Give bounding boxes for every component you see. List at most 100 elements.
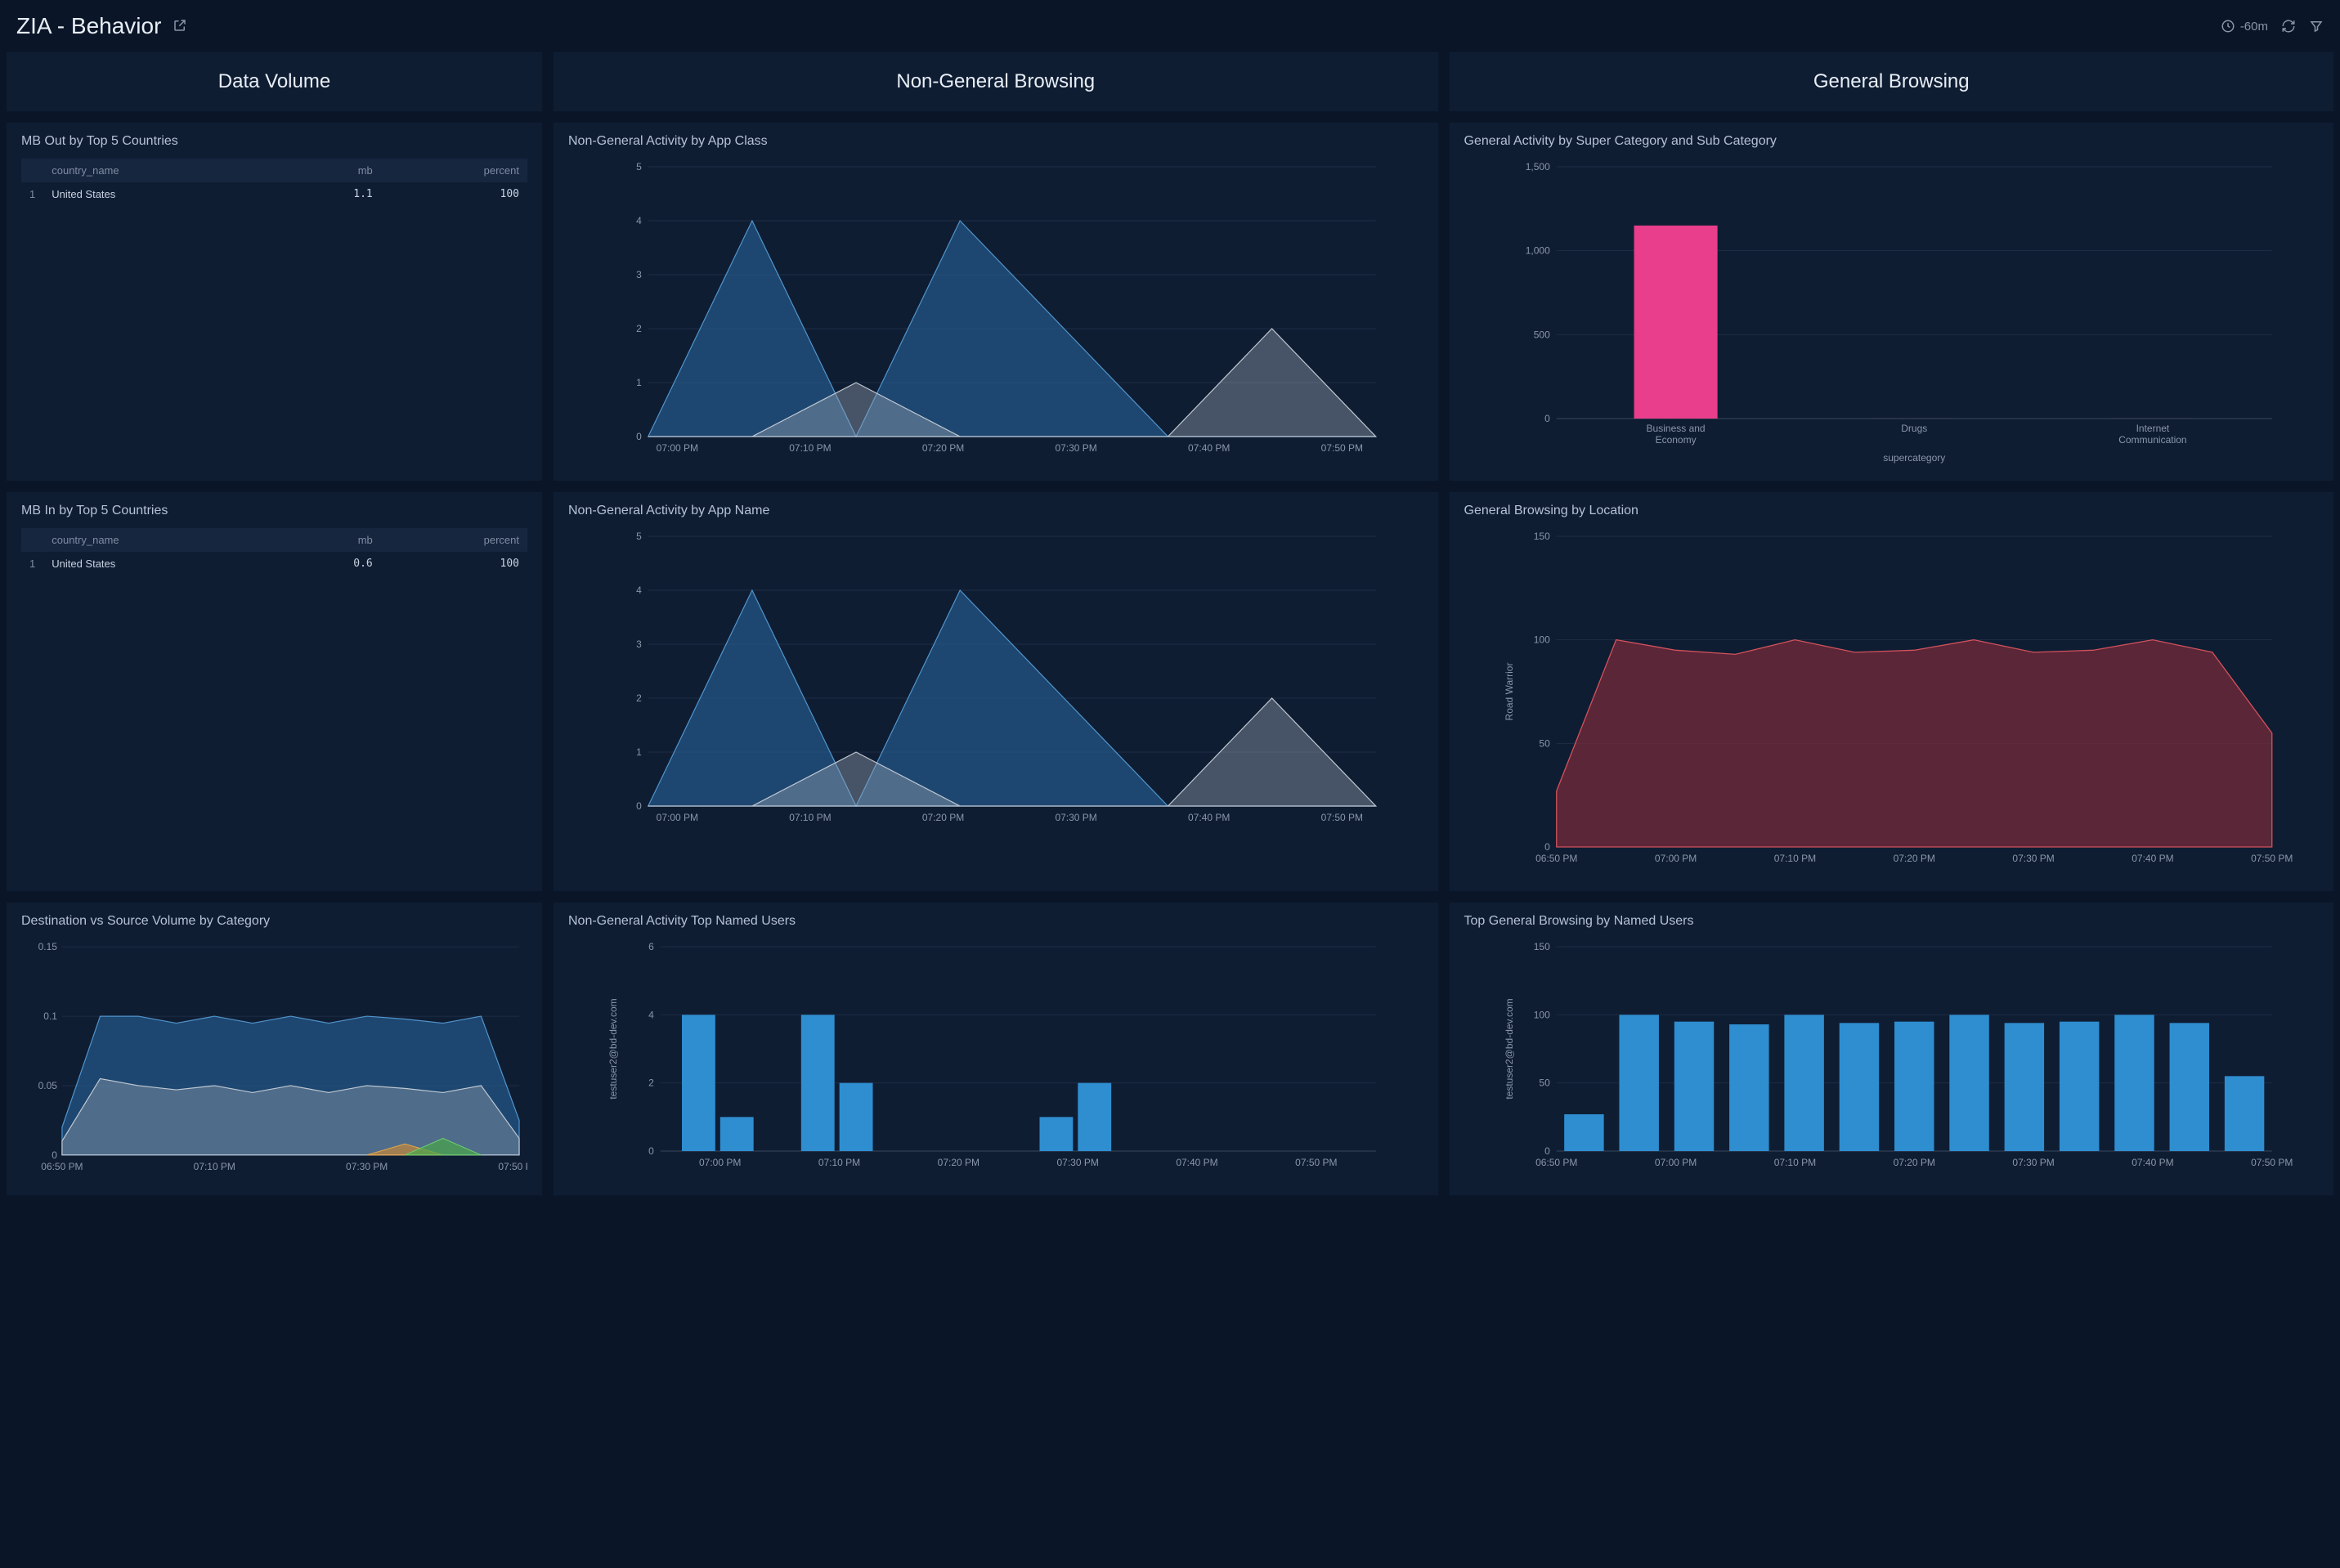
panel-dest-src: Destination vs Source Volume by Category…	[7, 903, 542, 1195]
panel-title: MB Out by Top 5 Countries	[21, 134, 527, 149]
svg-text:1: 1	[636, 746, 642, 758]
svg-text:5: 5	[636, 161, 642, 172]
table-row[interactable]: 1 United States 1.1 100	[21, 182, 527, 206]
svg-text:07:30 PM: 07:30 PM	[1055, 812, 1096, 823]
section-header-non-general: Non-General Browsing	[554, 52, 1438, 111]
svg-text:1: 1	[636, 377, 642, 388]
panel-gen-super: General Activity by Super Category and S…	[1450, 123, 2334, 481]
svg-text:0: 0	[1544, 413, 1550, 424]
section-header-data-volume: Data Volume	[7, 52, 542, 111]
svg-text:150: 150	[1533, 531, 1549, 542]
svg-text:07:10 PM: 07:10 PM	[789, 442, 831, 454]
svg-text:07:00 PM: 07:00 PM	[699, 1157, 741, 1168]
col-country[interactable]: country_name	[43, 528, 280, 552]
chart-ng-class[interactable]: 01234507:00 PM07:10 PM07:20 PM07:30 PM07…	[568, 159, 1423, 469]
svg-text:0: 0	[636, 431, 642, 442]
svg-text:1,000: 1,000	[1525, 245, 1549, 257]
svg-text:07:40 PM: 07:40 PM	[2132, 1157, 2173, 1168]
svg-text:07:00 PM: 07:00 PM	[1654, 853, 1696, 864]
svg-text:Drugs: Drugs	[1901, 423, 1927, 434]
col-percent[interactable]: percent	[381, 159, 527, 182]
page-header: ZIA - Behavior -60m	[7, 7, 2333, 52]
page-title: ZIA - Behavior	[16, 13, 161, 39]
svg-text:testuser2@bd-dev.com: testuser2@bd-dev.com	[1503, 998, 1514, 1099]
panel-title: General Browsing by Location	[1464, 504, 2320, 518]
svg-text:4: 4	[636, 585, 642, 596]
svg-text:Road Warrior: Road Warrior	[1503, 663, 1514, 721]
svg-text:0.15: 0.15	[38, 941, 58, 952]
svg-text:07:20 PM: 07:20 PM	[1893, 1157, 1934, 1168]
col-country[interactable]: country_name	[43, 159, 280, 182]
panel-ng-class: Non-General Activity by App Class 012345…	[554, 123, 1438, 481]
svg-text:150: 150	[1533, 941, 1549, 952]
header-left: ZIA - Behavior	[16, 13, 187, 39]
svg-text:supercategory: supercategory	[1883, 452, 1945, 464]
svg-text:06:50 PM: 06:50 PM	[1535, 1157, 1577, 1168]
svg-text:4: 4	[648, 1009, 654, 1020]
panel-title: Non-General Activity Top Named Users	[568, 914, 1423, 929]
svg-text:1,500: 1,500	[1525, 161, 1549, 172]
svg-text:4: 4	[636, 215, 642, 226]
svg-text:07:50 PM: 07:50 PM	[498, 1161, 527, 1172]
chart-dest-src[interactable]: 00.050.10.1506:50 PM07:10 PM07:30 PM07:5…	[21, 939, 527, 1184]
svg-text:07:30 PM: 07:30 PM	[346, 1161, 388, 1172]
table-row[interactable]: 1 United States 0.6 100	[21, 552, 527, 576]
svg-text:07:40 PM: 07:40 PM	[2132, 853, 2173, 864]
svg-text:07:40 PM: 07:40 PM	[1188, 812, 1230, 823]
time-range-label: -60m	[2240, 20, 2268, 34]
svg-text:06:50 PM: 06:50 PM	[1535, 853, 1577, 864]
svg-text:07:10 PM: 07:10 PM	[1773, 853, 1815, 864]
filter-button[interactable]	[2309, 19, 2324, 34]
mb-out-table: country_name mb percent 1 United States …	[21, 159, 527, 206]
svg-text:07:30 PM: 07:30 PM	[2012, 1157, 2054, 1168]
section-header-general: General Browsing	[1450, 52, 2334, 111]
svg-text:07:40 PM: 07:40 PM	[1188, 442, 1230, 454]
svg-text:0: 0	[1544, 841, 1550, 853]
header-right: -60m	[2221, 19, 2324, 34]
svg-text:07:10 PM: 07:10 PM	[194, 1161, 235, 1172]
svg-text:07:30 PM: 07:30 PM	[1055, 442, 1096, 454]
svg-text:2: 2	[648, 1077, 654, 1089]
svg-text:0: 0	[52, 1149, 57, 1161]
svg-text:5: 5	[636, 531, 642, 542]
svg-text:07:00 PM: 07:00 PM	[657, 812, 698, 823]
svg-text:07:20 PM: 07:20 PM	[938, 1157, 979, 1168]
svg-text:3: 3	[636, 638, 642, 650]
svg-text:Internet: Internet	[2136, 423, 2169, 434]
svg-text:07:10 PM: 07:10 PM	[1773, 1157, 1815, 1168]
panel-title: Non-General Activity by App Name	[568, 504, 1423, 518]
svg-text:07:50 PM: 07:50 PM	[2251, 853, 2293, 864]
svg-text:06:50 PM: 06:50 PM	[41, 1161, 83, 1172]
chart-gen-loc[interactable]: 05010015006:50 PM07:00 PM07:10 PM07:20 P…	[1464, 528, 2320, 880]
time-range-selector[interactable]: -60m	[2221, 19, 2268, 34]
svg-text:07:50 PM: 07:50 PM	[2251, 1157, 2293, 1168]
chart-ng-users[interactable]: 024607:00 PM07:10 PM07:20 PM07:30 PM07:4…	[568, 939, 1423, 1184]
svg-text:07:20 PM: 07:20 PM	[922, 442, 964, 454]
refresh-button[interactable]	[2281, 19, 2296, 34]
svg-text:07:20 PM: 07:20 PM	[922, 812, 964, 823]
svg-text:0.05: 0.05	[38, 1080, 58, 1091]
svg-text:07:50 PM: 07:50 PM	[1321, 812, 1363, 823]
svg-text:07:10 PM: 07:10 PM	[818, 1157, 860, 1168]
chart-gen-super[interactable]: 05001,0001,500Business andEconomyDrugsIn…	[1464, 159, 2320, 469]
panel-title: General Activity by Super Category and S…	[1464, 134, 2320, 149]
col-percent[interactable]: percent	[381, 528, 527, 552]
svg-text:07:30 PM: 07:30 PM	[1056, 1157, 1098, 1168]
external-link-icon[interactable]	[173, 18, 187, 35]
chart-ng-name[interactable]: 01234507:00 PM07:10 PM07:20 PM07:30 PM07…	[568, 528, 1423, 839]
col-mb[interactable]: mb	[280, 159, 381, 182]
svg-text:0: 0	[1544, 1145, 1550, 1157]
svg-text:Economy: Economy	[1655, 434, 1696, 446]
panel-ng-name: Non-General Activity by App Name 0123450…	[554, 492, 1438, 891]
panel-title: Destination vs Source Volume by Category	[21, 914, 527, 929]
panel-mb-in: MB In by Top 5 Countries country_name mb…	[7, 492, 542, 891]
panel-title: Non-General Activity by App Class	[568, 134, 1423, 149]
svg-text:07:00 PM: 07:00 PM	[657, 442, 698, 454]
mb-in-table: country_name mb percent 1 United States …	[21, 528, 527, 576]
svg-text:07:30 PM: 07:30 PM	[2012, 853, 2054, 864]
chart-gen-users[interactable]: 05010015006:50 PM07:00 PM07:10 PM07:20 P…	[1464, 939, 2320, 1184]
svg-text:testuser2@bd-dev.com: testuser2@bd-dev.com	[607, 998, 619, 1099]
panel-ng-users: Non-General Activity Top Named Users 024…	[554, 903, 1438, 1195]
col-mb[interactable]: mb	[280, 528, 381, 552]
svg-text:Business and: Business and	[1646, 423, 1705, 434]
